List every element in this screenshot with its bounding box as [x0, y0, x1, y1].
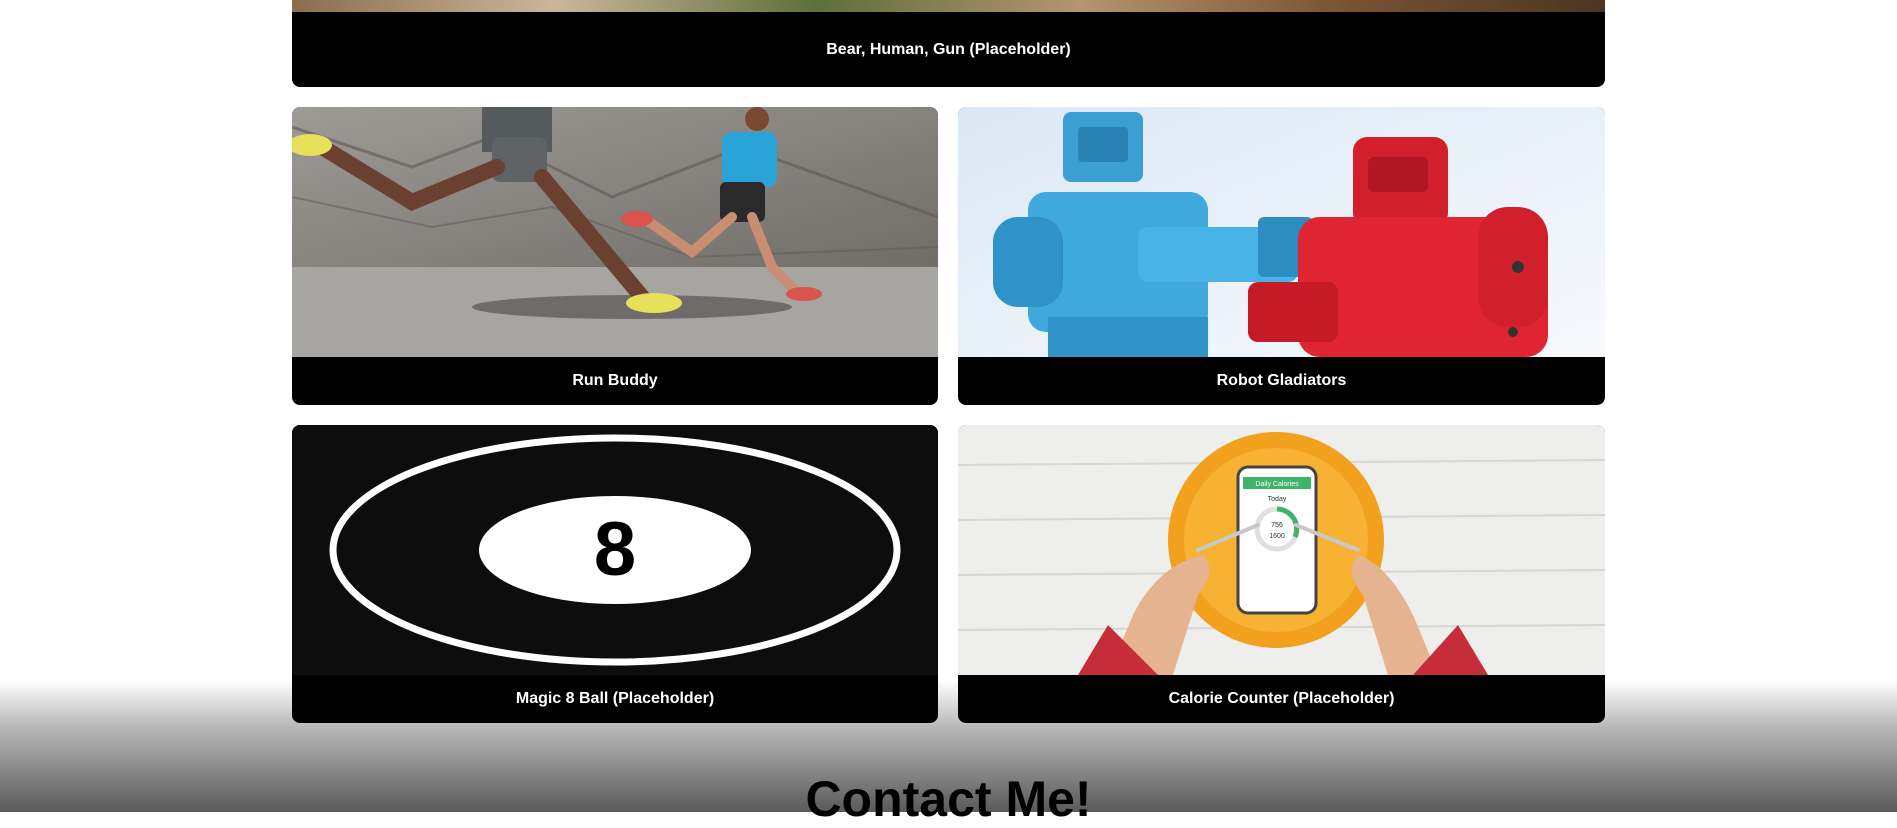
project-title: Bear, Human, Gun (Placeholder) [826, 40, 1071, 58]
phone-screen-value-2: 1600 [1269, 533, 1285, 540]
project-card-magic-8-ball[interactable]: 8 Magic 8 Ball (Placeholder) [292, 425, 938, 723]
project-image-8-ball: 8 [292, 425, 938, 675]
phone-screen-title: Daily Calories [1255, 481, 1299, 488]
phone-screen-value-1: 756 [1271, 522, 1283, 529]
project-image-robots [958, 107, 1605, 357]
contact-heading: Contact Me! [805, 771, 1092, 827]
project-image-calorie-phone: Daily Calories Today 756 1600 [958, 425, 1605, 675]
project-image-runners [292, 107, 938, 357]
project-title: Robot Gladiators [1216, 372, 1347, 389]
runners-illustration [292, 107, 938, 357]
8-ball-illustration: 8 [292, 425, 938, 675]
project-title: Calorie Counter (Placeholder) [1168, 690, 1395, 707]
project-card-robot-gladiators[interactable]: Robot Gladiators [958, 107, 1605, 405]
8-ball-digit: 8 [594, 507, 636, 592]
phone-screen-today: Today [1268, 496, 1287, 503]
project-card-calorie-counter[interactable]: Daily Calories Today 756 1600 Calorie Co… [958, 425, 1605, 723]
project-image [292, 0, 1605, 12]
robots-illustration [958, 107, 1605, 357]
project-card-bear-human-gun[interactable]: Bear, Human, Gun (Placeholder) [292, 0, 1605, 87]
project-title: Magic 8 Ball (Placeholder) [515, 690, 715, 707]
project-title: Run Buddy [572, 372, 658, 389]
project-card-run-buddy[interactable]: Run Buddy [292, 107, 938, 405]
calorie-illustration: Daily Calories Today 756 1600 [958, 425, 1605, 675]
